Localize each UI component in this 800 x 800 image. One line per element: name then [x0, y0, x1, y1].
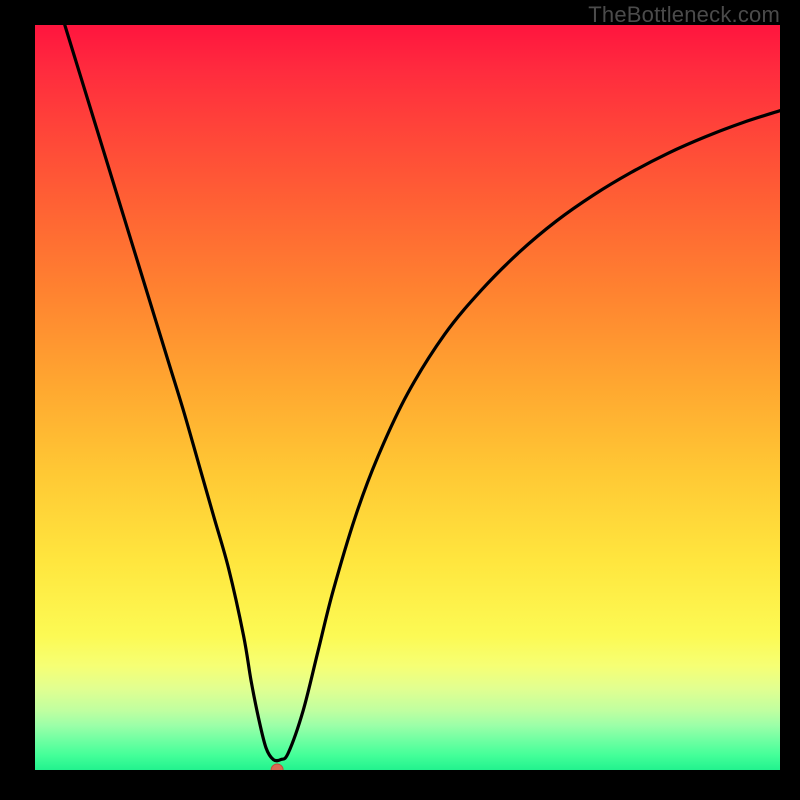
bottleneck-curve	[65, 25, 780, 761]
plot-area	[35, 25, 780, 770]
minimum-dot	[271, 764, 283, 770]
chart-frame: TheBottleneck.com	[0, 0, 800, 800]
curve-svg	[35, 25, 780, 770]
